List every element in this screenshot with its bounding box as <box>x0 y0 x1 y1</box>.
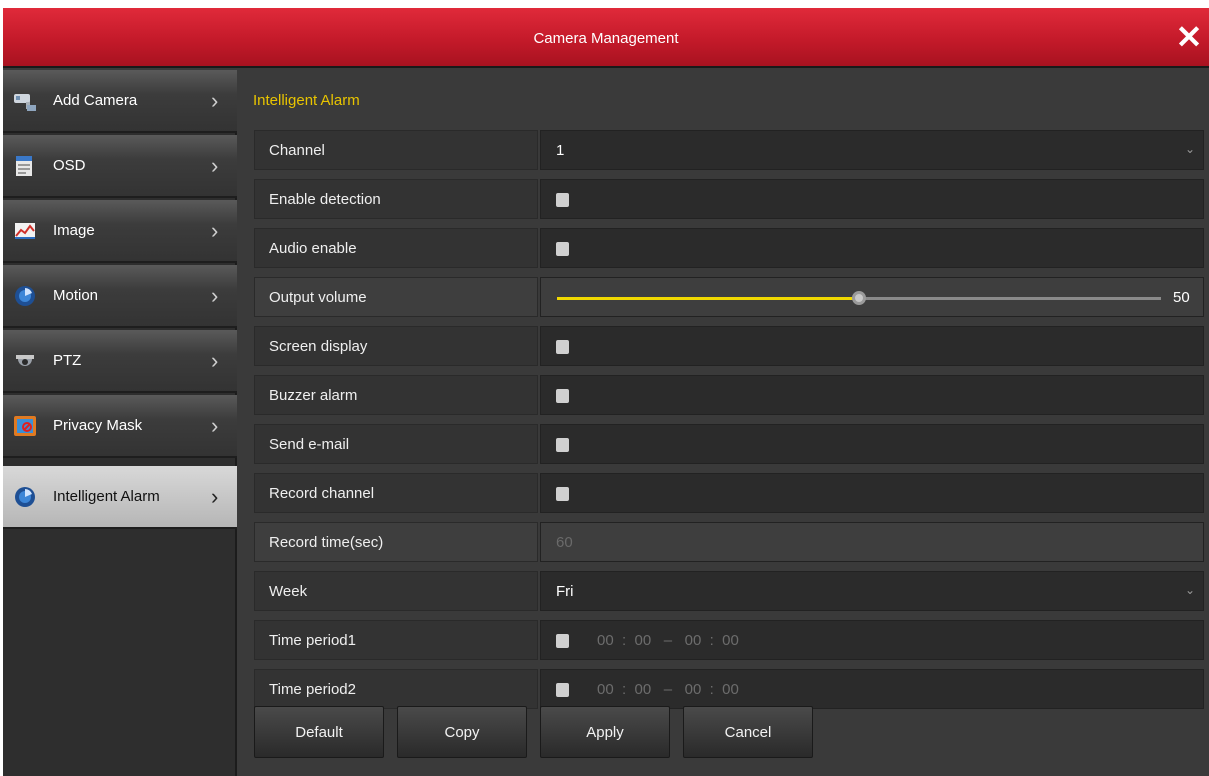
time-period2-range[interactable]: 00 : 00 – 00 : 00 <box>597 681 739 698</box>
output-volume-row: Output volume 50 <box>254 277 1204 317</box>
sidebar-item-label: Image <box>53 222 95 239</box>
time-period1-range[interactable]: 00 : 00 – 00 : 00 <box>597 632 739 649</box>
chevron-right-icon: › <box>211 484 219 509</box>
audio-enable-row: Audio enable <box>254 228 1204 268</box>
sidebar: Add Camera › OSD › Image › Motion › PTZ … <box>3 70 237 776</box>
record-channel-row: Record channel <box>254 473 1204 513</box>
record-channel-label: Record channel <box>269 485 375 502</box>
send-email-checkbox[interactable] <box>556 438 569 452</box>
end-minute[interactable]: 00 <box>722 681 739 698</box>
week-row: Week Fri ⌄ <box>254 571 1204 611</box>
chevron-right-icon: › <box>211 413 219 438</box>
buzzer-alarm-row: Buzzer alarm <box>254 375 1204 415</box>
end-hour[interactable]: 00 <box>685 632 702 649</box>
end-minute[interactable]: 00 <box>722 632 739 649</box>
week-label: Week <box>269 583 308 600</box>
end-hour[interactable]: 00 <box>685 681 702 698</box>
chevron-right-icon: › <box>211 88 219 113</box>
record-time-label: Record time(sec) <box>269 534 384 551</box>
apply-button[interactable]: Apply <box>540 706 670 758</box>
sidebar-item-image[interactable]: Image › <box>3 200 237 263</box>
sidebar-item-label: Privacy Mask <box>53 417 143 434</box>
sidebar-item-label: OSD <box>53 157 86 174</box>
default-button[interactable]: Default <box>254 706 384 758</box>
image-icon <box>15 223 35 239</box>
title-bar: Camera Management ✕ <box>3 8 1209 68</box>
settings-panel: Intelligent Alarm Channel 1 ⌄ Enable det… <box>239 70 1209 776</box>
buzzer-alarm-label: Buzzer alarm <box>269 387 358 404</box>
channel-value: 1 <box>556 142 565 159</box>
sidebar-item-label: Add Camera <box>53 92 138 109</box>
start-minute[interactable]: 00 <box>635 632 652 649</box>
record-time-input[interactable]: 60 <box>540 522 1204 562</box>
osd-icon <box>16 156 32 176</box>
sidebar-item-label: PTZ <box>53 352 82 369</box>
chevron-right-icon: › <box>211 348 219 373</box>
time-period2-checkbox[interactable] <box>556 683 569 697</box>
time-period1-row: Time period1 00 : 00 – 00 : 00 <box>254 620 1204 660</box>
close-icon[interactable]: ✕ <box>1173 20 1205 54</box>
week-value: Fri <box>556 583 574 600</box>
channel-select[interactable]: 1 ⌄ <box>540 130 1204 170</box>
sidebar-item-label: Motion <box>53 287 99 304</box>
enable-detection-label: Enable detection <box>269 191 381 208</box>
send-email-row: Send e-mail <box>254 424 1204 464</box>
sidebar-item-osd[interactable]: OSD › <box>3 135 237 198</box>
section-title: Intelligent Alarm <box>253 92 360 109</box>
volume-slider-thumb[interactable] <box>852 291 866 305</box>
screen-display-row: Screen display <box>254 326 1204 366</box>
record-time-value: 60 <box>556 534 573 551</box>
chevron-right-icon: › <box>211 283 219 308</box>
intelligent-alarm-icon <box>15 487 35 507</box>
channel-label: Channel <box>269 142 325 159</box>
ptz-camera-icon <box>16 355 34 366</box>
time-period2-row: Time period2 00 : 00 – 00 : 00 <box>254 669 1204 709</box>
screen-display-label: Screen display <box>269 338 368 355</box>
output-volume-value: 50 <box>1173 289 1190 306</box>
start-hour[interactable]: 00 <box>597 632 614 649</box>
cancel-button[interactable]: Cancel <box>683 706 813 758</box>
sidebar-item-ptz[interactable]: PTZ › <box>3 330 237 393</box>
time-period1-label: Time period1 <box>269 632 356 649</box>
start-hour[interactable]: 00 <box>597 681 614 698</box>
window-title: Camera Management <box>533 30 679 47</box>
time-period1-checkbox[interactable] <box>556 634 569 648</box>
record-time-row: Record time(sec) 60 <box>254 522 1204 562</box>
copy-button[interactable]: Copy <box>397 706 527 758</box>
motion-icon <box>15 286 35 306</box>
enable-detection-checkbox[interactable] <box>556 193 569 207</box>
camera-management-window: Camera Management ✕ Add Camera › OSD › I… <box>3 8 1209 776</box>
time-period2-label: Time period2 <box>269 681 356 698</box>
sidebar-item-add-camera[interactable]: Add Camera › <box>3 70 237 133</box>
chevron-right-icon: › <box>211 153 219 178</box>
start-minute[interactable]: 00 <box>635 681 652 698</box>
camera-icon <box>14 94 36 111</box>
buzzer-alarm-checkbox[interactable] <box>556 389 569 403</box>
sidebar-item-intelligent-alarm[interactable]: Intelligent Alarm › <box>3 466 237 529</box>
audio-enable-label: Audio enable <box>269 240 357 257</box>
chevron-right-icon: › <box>211 218 219 243</box>
channel-row: Channel 1 ⌄ <box>254 130 1204 170</box>
chevron-down-icon: ⌄ <box>1184 583 1195 597</box>
sidebar-item-label: Intelligent Alarm <box>53 488 160 505</box>
record-channel-checkbox[interactable] <box>556 487 569 501</box>
privacy-mask-icon <box>14 416 36 436</box>
chevron-down-icon: ⌄ <box>1184 142 1195 156</box>
send-email-label: Send e-mail <box>269 436 350 453</box>
volume-slider-fill <box>557 297 859 300</box>
enable-detection-row: Enable detection <box>254 179 1204 219</box>
output-volume-label: Output volume <box>269 289 367 306</box>
audio-enable-checkbox[interactable] <box>556 242 569 256</box>
week-select[interactable]: Fri ⌄ <box>540 571 1204 611</box>
screen-display-checkbox[interactable] <box>556 340 569 354</box>
volume-slider[interactable] <box>557 291 1161 305</box>
sidebar-item-motion[interactable]: Motion › <box>3 265 237 328</box>
sidebar-item-privacy-mask[interactable]: Privacy Mask › <box>3 395 237 458</box>
